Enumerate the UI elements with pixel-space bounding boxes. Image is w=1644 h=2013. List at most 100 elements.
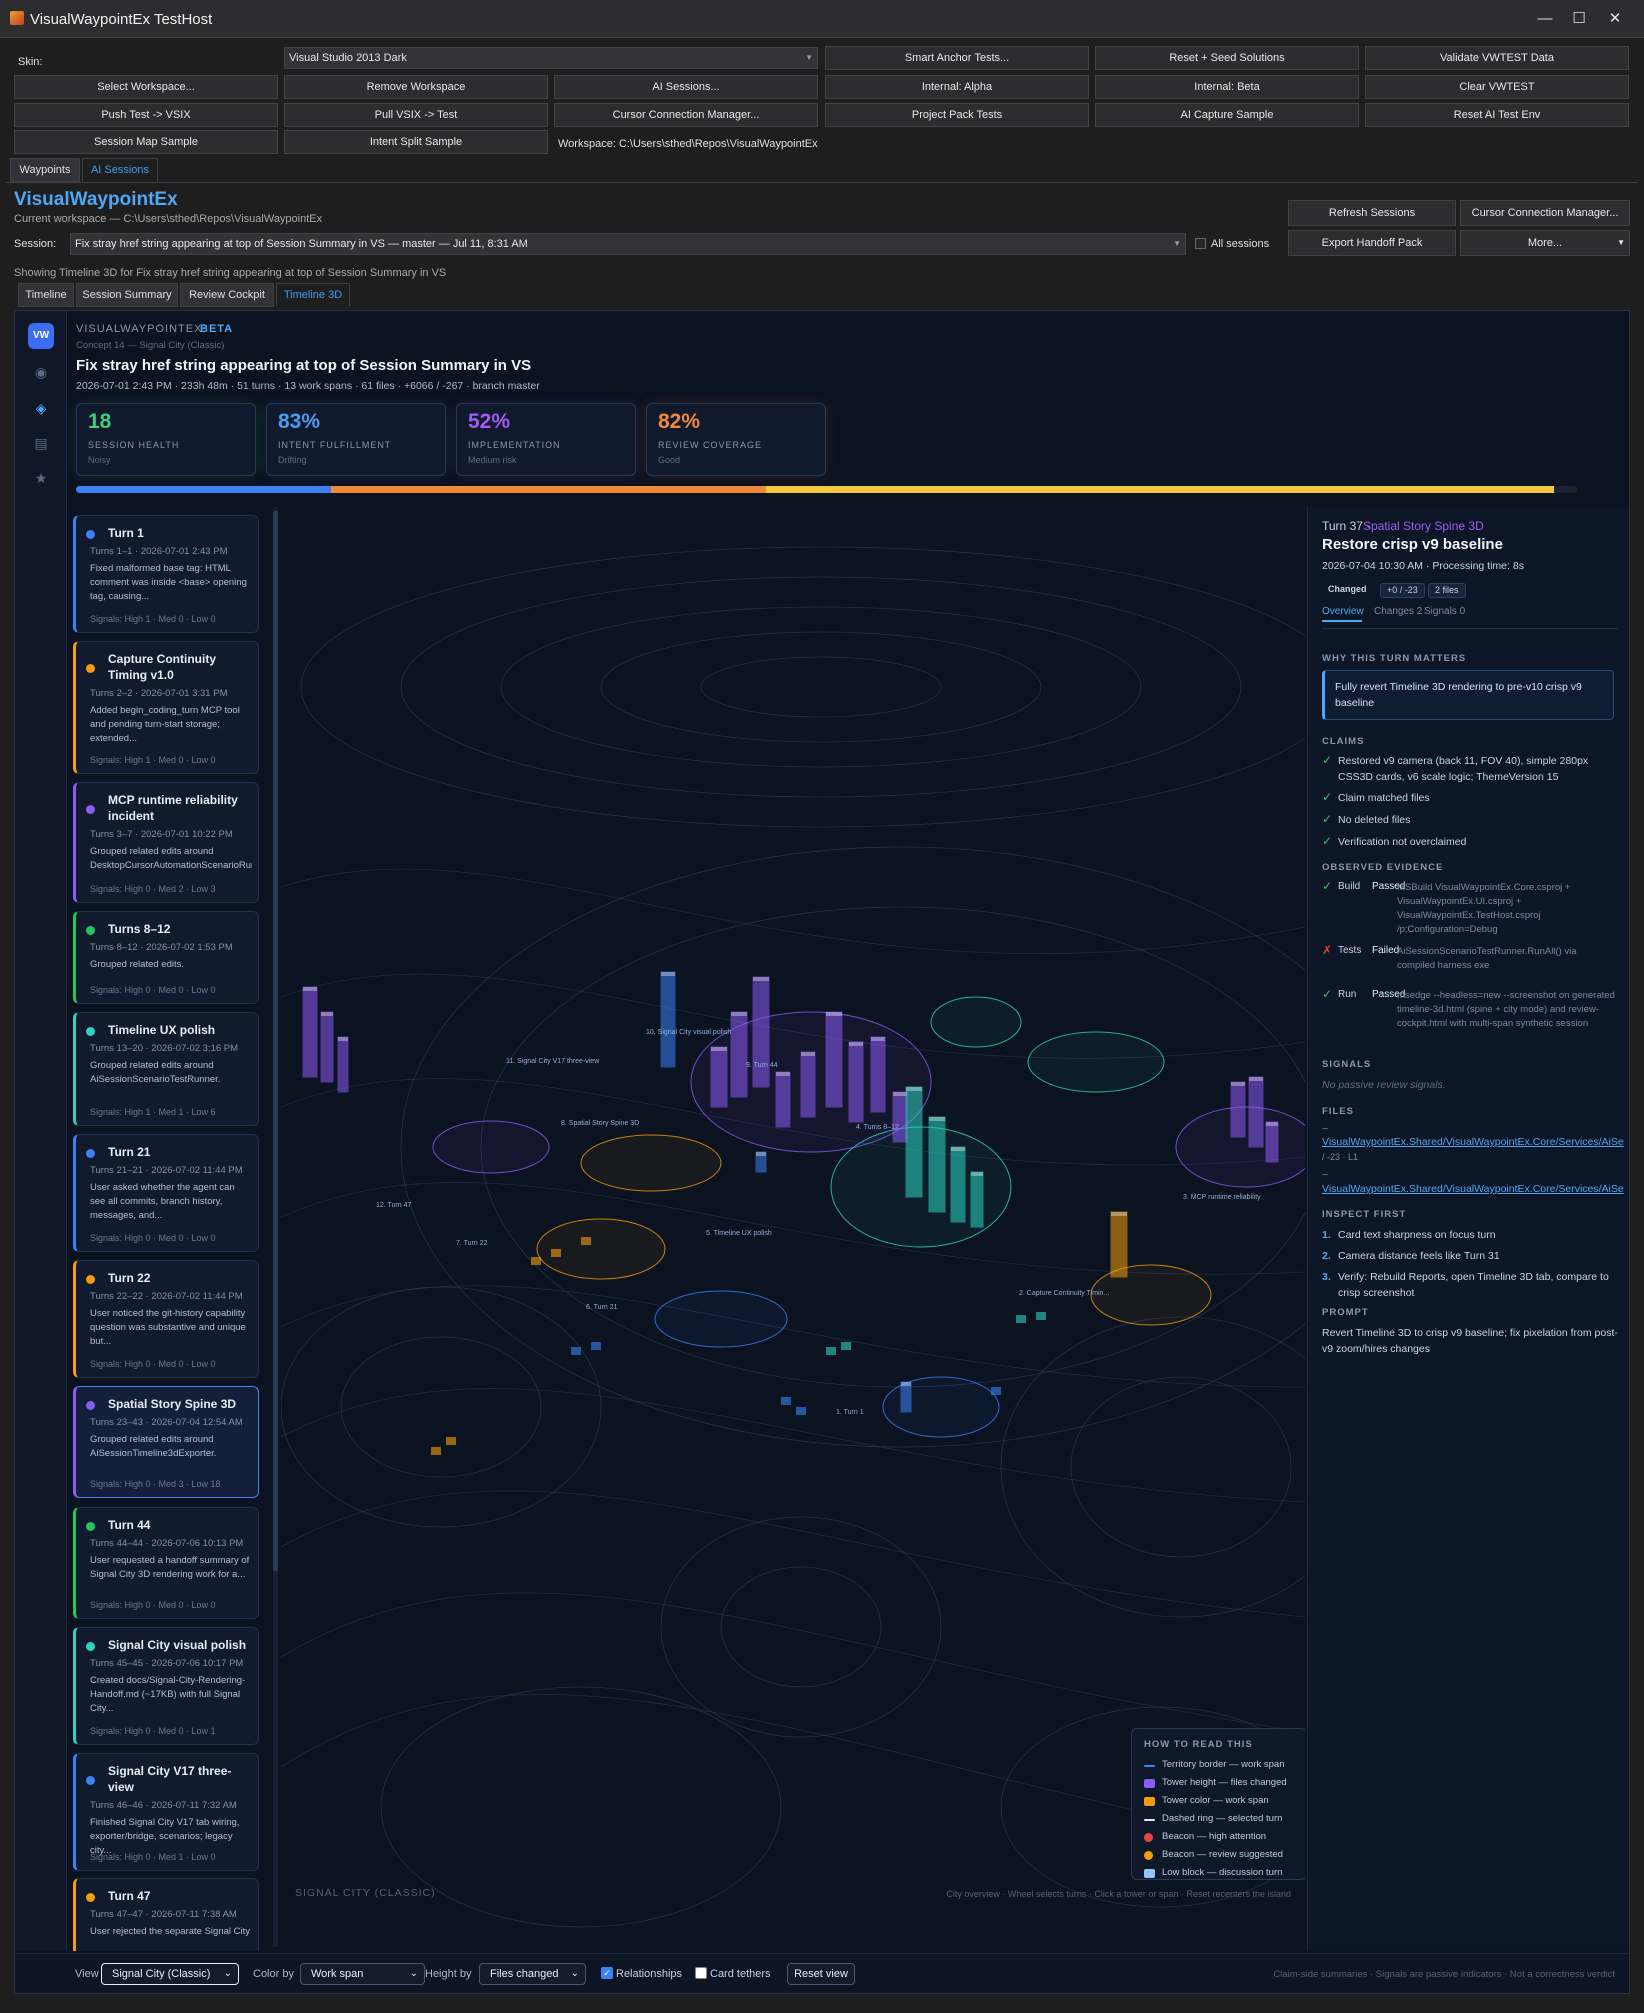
- minimize-button[interactable]: —: [1530, 8, 1560, 30]
- detail-divider: [1322, 628, 1618, 629]
- turn-card-title: Turn 22: [108, 1271, 151, 1285]
- scrollbar-thumb[interactable]: [273, 511, 278, 1571]
- turn-card-meta: Turns 13–20 · 2026-07-02 3:16 PM: [90, 1043, 239, 1054]
- turn-card-meta: Turns 1–1 · 2026-07-01 2:43 PM: [90, 546, 228, 557]
- color-by-select[interactable]: Work span ⌄: [300, 1963, 425, 1985]
- span-territory: [930, 996, 1022, 1048]
- ai-sessions-button[interactable]: AI Sessions...: [554, 75, 818, 99]
- legend-row: Low block — discussion turn: [1144, 1867, 1282, 1878]
- turn-card-signals: Signals: High 0 · Med 1 · Low 0: [90, 1852, 216, 1862]
- detail-tab-overview[interactable]: Overview: [1322, 606, 1364, 617]
- tower-cap: [906, 1087, 922, 1091]
- tower-cap: [1231, 1082, 1245, 1086]
- legend-row: Dashed ring — selected turn: [1144, 1813, 1282, 1824]
- turn-card-meta: Turns 44–44 · 2026-07-06 10:13 PM: [90, 1538, 244, 1549]
- file-link[interactable]: VisualWaypointEx.Shared/VisualWaypointEx…: [1322, 1134, 1624, 1150]
- tower-cap: [303, 987, 317, 991]
- push-test-vsix-button[interactable]: Push Test -> VSIX: [14, 103, 278, 127]
- internal-alpha-button[interactable]: Internal: Alpha: [825, 75, 1089, 99]
- session-map-sample-button[interactable]: Session Map Sample: [14, 130, 278, 154]
- metric-intent-fulfillment: 83% INTENT FULFILLMENT Drifting: [266, 403, 446, 476]
- turn-card-meta: Turns 46–46 · 2026-07-11 7:32 AM: [90, 1800, 237, 1811]
- view-label: View: [75, 1968, 99, 1980]
- height-by-select[interactable]: Files changed ⌄: [479, 1963, 586, 1985]
- turn-card[interactable]: Spatial Story Spine 3D Turns 23–43 · 2026…: [73, 1386, 259, 1498]
- signals-empty: No passive review signals.: [1322, 1079, 1446, 1091]
- turn-card[interactable]: Turn 21 Turns 21–21 · 2026-07-02 11:44 PM…: [73, 1134, 259, 1252]
- turn-card[interactable]: Turn 44 Turns 44–44 · 2026-07-06 10:13 PM…: [73, 1507, 259, 1619]
- tower-cap: [951, 1147, 965, 1151]
- star-icon[interactable]: ★: [32, 469, 50, 487]
- intent-split-sample-button[interactable]: Intent Split Sample: [284, 130, 548, 154]
- reset-view-button[interactable]: Reset view: [787, 1963, 855, 1985]
- refresh-sessions-button[interactable]: Refresh Sessions: [1288, 200, 1456, 226]
- turn-card-title: Capture Continuity Timing v1.0: [108, 652, 216, 682]
- radar-icon[interactable]: ◉: [32, 363, 50, 381]
- tab-session-summary[interactable]: Session Summary: [76, 283, 178, 307]
- legend-text: Territory border — work span: [1162, 1759, 1285, 1770]
- contour-line: [1070, 1376, 1292, 1558]
- legend-text: Tower height — files changed: [1162, 1777, 1287, 1788]
- tower-cap: [893, 1092, 907, 1096]
- tower-cap: [1266, 1122, 1278, 1126]
- project-pack-tests-button[interactable]: Project Pack Tests: [825, 103, 1089, 127]
- turn-card[interactable]: Signal City visual polish Turns 45–45 · 2…: [73, 1627, 259, 1745]
- turn-card-title: Turn 47: [108, 1889, 151, 1903]
- signal-city-map[interactable]: 10. Signal City visual polish 11. Signal …: [281, 507, 1305, 1951]
- turn-card-desc: User noticed the git-history capability …: [90, 1308, 246, 1347]
- card-tethers-checkbox[interactable]: [695, 1967, 707, 1979]
- remove-workspace-button[interactable]: Remove Workspace: [284, 75, 548, 99]
- all-sessions-checkbox[interactable]: [1195, 238, 1206, 249]
- pull-vsix-test-button[interactable]: Pull VSIX -> Test: [284, 103, 548, 127]
- metric-value: 83%: [278, 410, 321, 433]
- session-select[interactable]: Fix stray href string appearing at top o…: [70, 233, 1186, 255]
- select-workspace-button[interactable]: Select Workspace...: [14, 75, 278, 99]
- turn-card[interactable]: Capture Continuity Timing v1.0 Turns 2–2 …: [73, 641, 259, 774]
- ai-capture-sample-button[interactable]: AI Capture Sample: [1095, 103, 1359, 127]
- cursor-connection-manager-header-button[interactable]: Cursor Connection Manager...: [1460, 200, 1630, 226]
- tab-timeline[interactable]: Timeline: [18, 283, 74, 307]
- smart-anchor-tests-button[interactable]: Smart Anchor Tests...: [825, 46, 1089, 70]
- tab-timeline-3d[interactable]: Timeline 3D: [276, 283, 350, 307]
- concept-label: Concept 14 — Signal City (Classic): [76, 340, 225, 351]
- card-list-scrollbar[interactable]: [273, 507, 278, 1947]
- skin-select[interactable]: Visual Studio 2013 Dark ▼: [284, 47, 818, 69]
- tab-waypoints[interactable]: Waypoints: [10, 158, 80, 182]
- detail-tab-changes[interactable]: Changes 2: [1374, 606, 1422, 617]
- view-select[interactable]: Signal City (Classic) ⌄: [101, 1963, 239, 1985]
- relationships-label: Relationships: [616, 1968, 683, 1980]
- turn-card[interactable]: Turn 47 Turns 47–47 · 2026-07-11 7:38 AM U…: [73, 1878, 259, 1951]
- detail-tab-signals[interactable]: Signals 0: [1424, 606, 1465, 617]
- turn-card[interactable]: Timeline UX polish Turns 13–20 · 2026-07-…: [73, 1012, 259, 1126]
- claim-item: Verification not overclaimed: [1338, 836, 1467, 848]
- maximize-button[interactable]: ☐: [1564, 8, 1594, 30]
- discussion-block: [531, 1257, 541, 1265]
- file-link[interactable]: VisualWaypointEx.Shared/VisualWaypointEx…: [1322, 1181, 1624, 1197]
- validate-vwtest-data-button[interactable]: Validate VWTEST Data: [1365, 46, 1629, 70]
- reset-seed-solutions-button[interactable]: Reset + Seed Solutions: [1095, 46, 1359, 70]
- clear-vwtest-button[interactable]: Clear VWTEST: [1365, 75, 1629, 99]
- turn-card[interactable]: Turn 22 Turns 22–22 · 2026-07-02 11:44 PM…: [73, 1260, 259, 1378]
- cursor-connection-manager-button[interactable]: Cursor Connection Manager...: [554, 103, 818, 127]
- tower-cap: [849, 1042, 863, 1046]
- close-button[interactable]: ✕: [1600, 8, 1630, 30]
- list-icon[interactable]: ▤: [32, 434, 50, 452]
- turn-card[interactable]: Signal City V17 three-view Turns 46–46 · …: [73, 1753, 259, 1871]
- turn-card[interactable]: Turns 8–12 Turns 8–12 · 2026-07-02 1:53 P…: [73, 911, 259, 1004]
- turn-card[interactable]: MCP runtime reliability incident Turns 3–…: [73, 782, 259, 903]
- tab-ai-sessions[interactable]: AI Sessions: [82, 158, 158, 182]
- more-button[interactable]: More... ▼: [1460, 230, 1630, 256]
- internal-beta-button[interactable]: Internal: Beta: [1095, 75, 1359, 99]
- span-territory: [654, 1290, 788, 1348]
- reset-ai-test-env-button[interactable]: Reset AI Test Env: [1365, 103, 1629, 127]
- layers-icon[interactable]: ◈: [32, 399, 50, 417]
- export-handoff-pack-button[interactable]: Export Handoff Pack: [1288, 230, 1456, 256]
- contour-line: [281, 1182, 1305, 1275]
- side-rail: VW ◉ ◈ ▤ ★: [15, 311, 67, 1951]
- tower-cap: [901, 1382, 911, 1386]
- turn-card[interactable]: Turn 1 Turns 1–1 · 2026-07-01 2:43 PM Fixe…: [73, 515, 259, 633]
- relationships-checkbox[interactable]: ✓: [601, 1967, 613, 1979]
- app-name: VisualWaypointEx: [14, 189, 178, 210]
- turn-card-desc: Fixed malformed base tag: HTML comment w…: [90, 563, 247, 602]
- tab-review-cockpit[interactable]: Review Cockpit: [180, 283, 274, 307]
